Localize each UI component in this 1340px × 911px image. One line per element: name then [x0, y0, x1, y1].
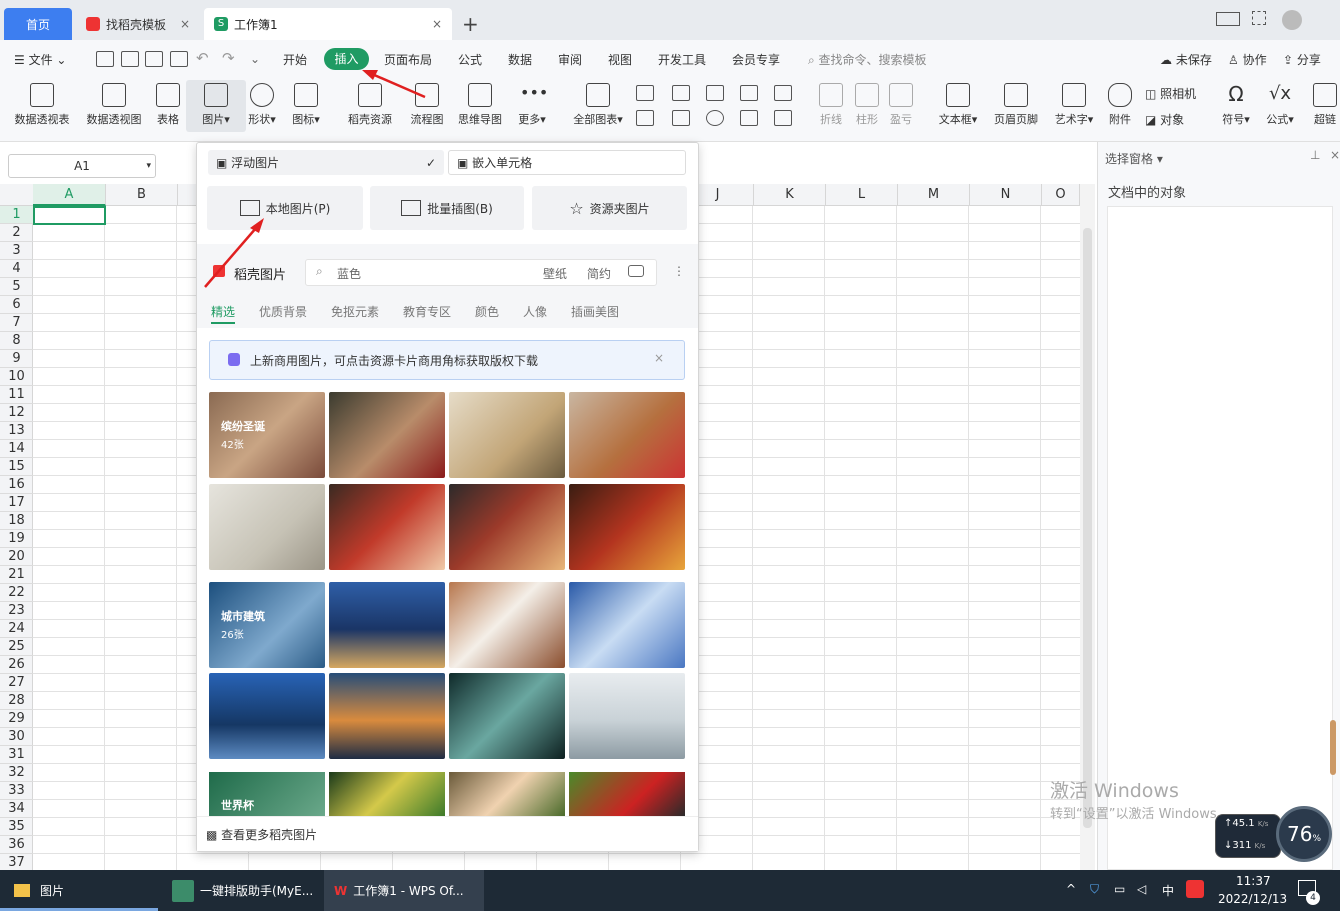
annotation-arrows	[204, 70, 426, 288]
annotation-arrow	[204, 227, 257, 288]
wps-icon: W	[334, 883, 348, 898]
wps-tray-icon[interactable]	[1186, 880, 1204, 898]
taskbar-app-myeditor[interactable]: 一键排版助手(MyE...	[172, 870, 322, 911]
notification-badge: 4	[1306, 891, 1320, 905]
annotation-arrow	[371, 72, 426, 99]
memory-gauge[interactable]: 76%	[1276, 806, 1332, 862]
ime-indicator[interactable]: 中	[1162, 882, 1174, 899]
activation-watermark-text: 转到“设置”以激活 Windows。	[1050, 807, 1230, 822]
network-icon[interactable]: ▭	[1114, 882, 1125, 896]
download-speed: ↓311 K/s	[1224, 840, 1266, 851]
volume-icon[interactable]: ◁	[1137, 882, 1146, 896]
taskbar-app-wps[interactable]: W 工作簿1 - WPS Of...	[324, 870, 484, 911]
clock-date[interactable]: 2022/12/13	[1218, 892, 1287, 906]
chevron-up-icon[interactable]: ^	[1066, 882, 1076, 896]
folder-icon	[14, 884, 30, 897]
upload-speed: ↑45.1 K/s	[1224, 818, 1269, 829]
taskbar-folder[interactable]: 图片	[14, 870, 154, 911]
shield-icon[interactable]: ⛉	[1090, 882, 1099, 897]
activation-watermark-title: 激活 Windows	[1050, 780, 1179, 802]
clock-time[interactable]: 11:37	[1236, 874, 1271, 888]
app-icon	[172, 879, 194, 902]
